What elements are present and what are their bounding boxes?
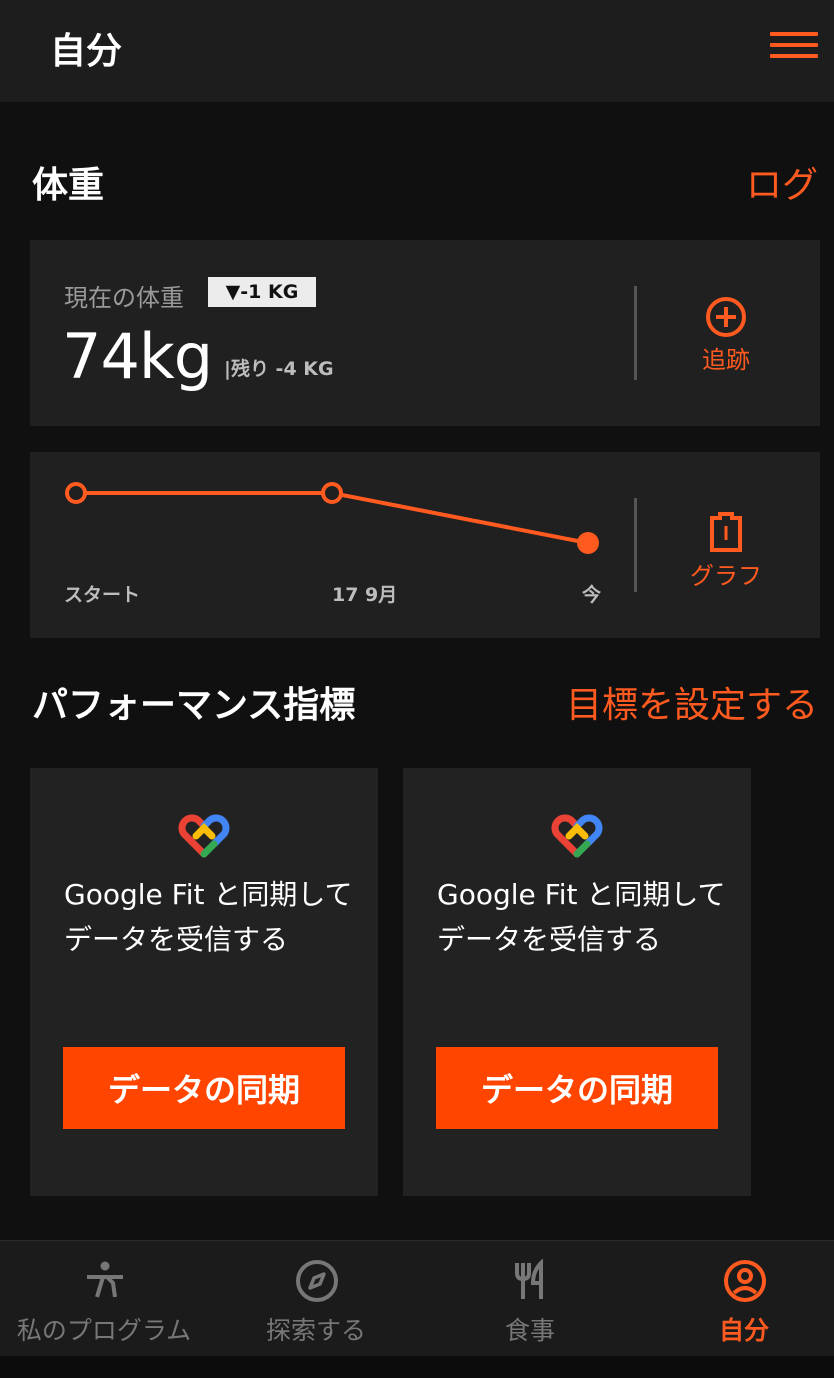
sync-data-button[interactable]: データの同期	[436, 1047, 718, 1129]
bottom-tab-bar: 私のプログラム 探索する 食事 自分	[0, 1240, 834, 1357]
clipboard-icon	[710, 512, 742, 552]
profile-icon	[724, 1260, 766, 1302]
tab-label: 探索する	[265, 1316, 366, 1345]
current-weight-label: 現在の体重	[64, 284, 184, 312]
current-weight-card: 現在の体重 ▼-1 KG 74kg |残り -4 KG 追跡	[30, 240, 820, 426]
compass-icon	[296, 1260, 338, 1302]
plus-circle-icon	[706, 297, 746, 337]
track-label: 追跡	[702, 346, 750, 374]
tab-label: 自分	[718, 1316, 769, 1345]
weight-chart-card: スタート 17 9月 今 グラフ	[30, 452, 820, 638]
tab-meals[interactable]: 食事	[426, 1241, 634, 1357]
page-title: 自分	[50, 31, 123, 72]
weight-section-title: 体重	[32, 165, 105, 206]
graph-button[interactable]: グラフ	[666, 510, 786, 590]
divider	[634, 286, 637, 380]
weight-delta-badge: ▼-1 KG	[208, 277, 316, 307]
sync-data-button[interactable]: データの同期	[63, 1047, 345, 1129]
top-app-bar: 自分	[0, 0, 834, 102]
fork-knife-icon	[515, 1259, 543, 1299]
exercise-person-icon	[87, 1261, 123, 1298]
tab-label: 私のプログラム	[16, 1316, 192, 1345]
tab-explore[interactable]: 探索する	[212, 1241, 420, 1357]
x-tick-label: スタート	[64, 584, 141, 606]
weight-line-chart	[65, 482, 599, 554]
google-fit-card: Google Fit と同期してデータを受信する データの同期	[30, 768, 378, 1196]
google-fit-card-text: Google Fit と同期してデータを受信する	[64, 878, 353, 956]
google-fit-heart-icon	[178, 814, 230, 858]
tab-profile[interactable]: 自分	[640, 1241, 834, 1357]
graph-label: グラフ	[690, 562, 762, 590]
data-point	[65, 482, 87, 504]
set-goal-link[interactable]: 目標を設定する	[566, 676, 818, 728]
tab-label: 食事	[504, 1316, 555, 1345]
hamburger-menu-icon[interactable]	[770, 32, 818, 58]
data-point	[577, 532, 599, 554]
weight-log-link[interactable]: ログ	[746, 156, 818, 208]
tab-my-program[interactable]: 私のプログラム	[0, 1241, 208, 1357]
x-tick-label: 17 9月	[332, 584, 398, 606]
divider	[634, 498, 637, 592]
system-nav-strip	[0, 1356, 834, 1378]
google-fit-heart-icon	[551, 814, 603, 858]
track-weight-button[interactable]: 追跡	[666, 296, 786, 376]
performance-section-title: パフォーマンス指標	[32, 685, 356, 726]
data-point	[321, 482, 343, 504]
google-fit-card: Google Fit と同期してデータを受信する データの同期	[403, 768, 751, 1196]
weight-remaining-text: |残り -4 KG	[224, 358, 334, 380]
current-weight-value: 74kg	[62, 320, 213, 393]
google-fit-card-text: Google Fit と同期してデータを受信する	[437, 878, 726, 956]
x-tick-label: 今	[582, 584, 602, 606]
